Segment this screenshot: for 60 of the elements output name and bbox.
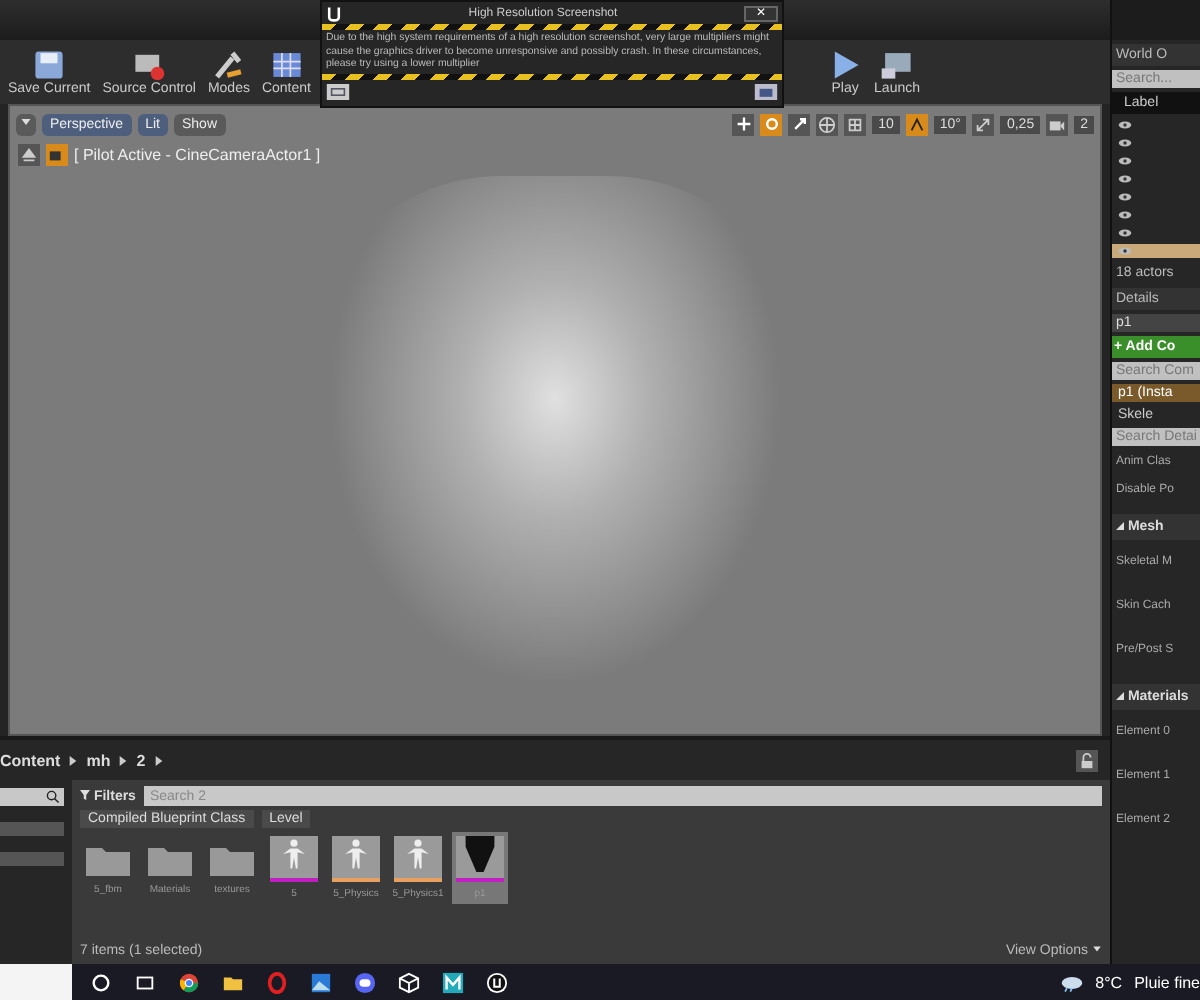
caret-icon — [20, 116, 32, 128]
chevron-icon[interactable] — [68, 755, 79, 765]
camera-icon[interactable] — [1046, 113, 1069, 135]
photo-icon[interactable] — [309, 971, 331, 993]
shape-icon — [462, 836, 498, 872]
funnel-icon — [80, 789, 90, 799]
scale-icon[interactable] — [972, 113, 995, 135]
eye-icon[interactable] — [1118, 192, 1132, 202]
scale-icon — [791, 116, 808, 132]
weather-text: Pluie fine — [1134, 973, 1200, 991]
breadcrumb[interactable]: mh — [86, 751, 111, 769]
breadcrumb[interactable]: Content — [0, 751, 61, 769]
grid-icon — [269, 48, 304, 82]
monitor-icon — [880, 48, 915, 82]
transform-tool[interactable] — [732, 113, 755, 135]
app-icon[interactable] — [441, 971, 463, 993]
circle-icon[interactable] — [89, 971, 111, 993]
image-icon[interactable] — [754, 84, 778, 101]
eye-icon[interactable] — [1118, 138, 1132, 148]
folder-icon — [84, 842, 132, 878]
eye-icon[interactable] — [1118, 246, 1132, 256]
globe-icon[interactable] — [816, 113, 839, 135]
eye-icon[interactable] — [1118, 174, 1132, 184]
eye-icon[interactable] — [1118, 228, 1132, 238]
transform-tool[interactable] — [788, 113, 811, 135]
triangle-icon — [1116, 522, 1124, 530]
grid-snap-icon[interactable] — [844, 113, 867, 135]
ring-icon[interactable] — [265, 971, 287, 993]
chat-icon[interactable] — [353, 971, 375, 993]
eye-icon[interactable] — [1118, 156, 1132, 166]
angle-icon[interactable] — [905, 113, 928, 135]
eject-icon[interactable] — [18, 144, 40, 166]
transform-tool[interactable] — [760, 113, 783, 135]
task-view-icon[interactable] — [133, 971, 155, 993]
translate-icon — [735, 116, 752, 132]
tools-icon — [211, 48, 246, 82]
search-icon — [46, 790, 60, 804]
logo-icon — [326, 5, 342, 21]
caret-icon — [1092, 944, 1102, 954]
chevron-icon[interactable] — [153, 755, 164, 765]
folder-icon — [208, 842, 256, 878]
temperature: 8°C — [1095, 973, 1123, 991]
cube-icon[interactable] — [397, 971, 419, 993]
search-field[interactable] — [0, 788, 64, 806]
lock-icon[interactable] — [1076, 749, 1098, 771]
eye-icon[interactable] — [1118, 120, 1132, 130]
triangle-icon — [1116, 692, 1124, 700]
cloud-rain-icon — [1059, 973, 1084, 991]
chevron-icon[interactable] — [118, 755, 129, 765]
frame-icon[interactable] — [326, 84, 350, 101]
breadcrumb[interactable]: 2 — [136, 751, 146, 769]
folder-icon — [146, 842, 194, 878]
engine-logo-icon[interactable] — [485, 971, 507, 993]
browser-icon[interactable] — [177, 971, 199, 993]
camera-icon[interactable] — [46, 144, 68, 166]
search-field[interactable] — [0, 964, 72, 1000]
dropdown-button[interactable] — [16, 113, 36, 135]
eye-icon[interactable] — [1118, 210, 1132, 220]
rotate-icon — [763, 116, 780, 132]
pilot-label: [ Pilot Active - CineCameraActor1 ] — [74, 146, 321, 164]
